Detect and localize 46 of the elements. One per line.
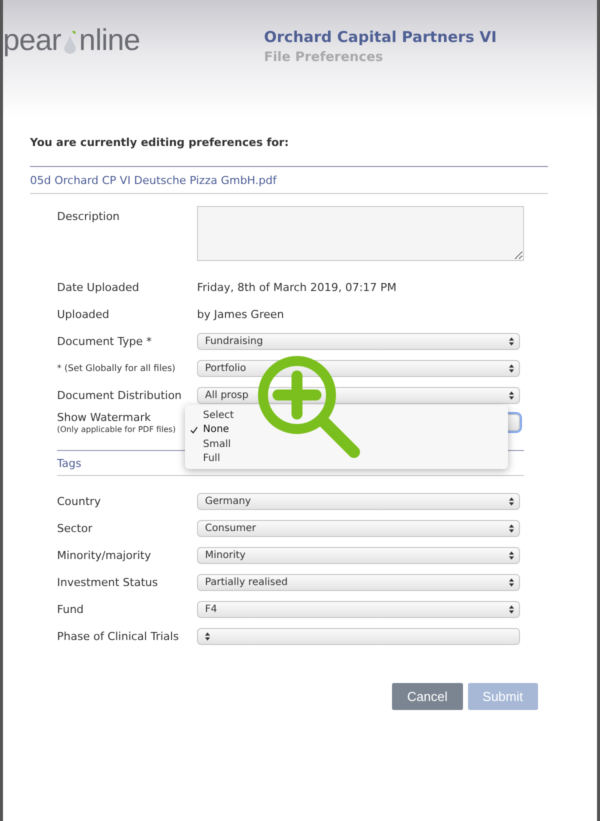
dropdown-option[interactable]: None (185, 422, 508, 437)
field-value: by James Green (197, 308, 284, 321)
field-value: Friday, 8th of March 2019, 07:17 PM (197, 281, 397, 294)
select-field[interactable] (197, 628, 520, 645)
field-label: Show Watermark (57, 411, 151, 424)
select-field[interactable]: Germany (197, 493, 520, 510)
updown-icon (509, 337, 514, 346)
updown-icon (509, 497, 514, 506)
field-label: Uploaded (57, 308, 110, 321)
updown-icon (509, 605, 514, 614)
updown-icon (509, 551, 514, 560)
field-label: Date Uploaded (57, 281, 140, 294)
updown-icon (509, 391, 514, 400)
updown-icon (509, 524, 514, 533)
field-note: (Only applicable for PDF files) (57, 425, 176, 434)
field-label: Phase of Clinical Trials (57, 630, 179, 643)
dropdown-option[interactable]: Select (185, 408, 508, 422)
select-field[interactable]: Minority (197, 547, 520, 564)
page-subtitle: File Preferences (264, 50, 384, 65)
updown-icon (509, 578, 514, 587)
select-field[interactable]: Consumer (197, 520, 520, 537)
updown-icon (509, 364, 514, 373)
check-icon (190, 426, 198, 434)
field-label: Fund (57, 603, 84, 616)
updown-icon (205, 632, 210, 641)
field-label: Document Type * (57, 335, 152, 348)
field-label: Country (57, 495, 101, 508)
intro-text: You are currently editing preferences for: (30, 136, 290, 149)
dropdown-option[interactable]: Small (185, 437, 508, 452)
select-field[interactable]: Fundraising (197, 333, 520, 350)
select-field[interactable]: F4 (197, 601, 520, 618)
field-label: * (Set Globally for all files) (57, 364, 176, 374)
page-title: Orchard Capital Partners VI (264, 28, 497, 46)
field-label: Document Distribution (57, 389, 182, 402)
field-label: Description (57, 210, 120, 223)
select-field[interactable]: Partially realised (197, 574, 520, 591)
file-link[interactable]: 05d Orchard CP VI Deutsche Pizza GmbH.pdf (30, 174, 548, 187)
form-button[interactable]: Cancel (392, 683, 463, 710)
field-label: Minority/majority (57, 549, 151, 562)
field-label: Sector (57, 522, 92, 535)
field-label: Investment Status (57, 576, 158, 589)
tags-link[interactable]: Tags (57, 457, 82, 470)
dropdown-option[interactable]: Full (185, 452, 508, 466)
description-field[interactable] (197, 206, 524, 261)
logo: pear nline (3, 23, 140, 58)
pear-icon (62, 30, 78, 55)
